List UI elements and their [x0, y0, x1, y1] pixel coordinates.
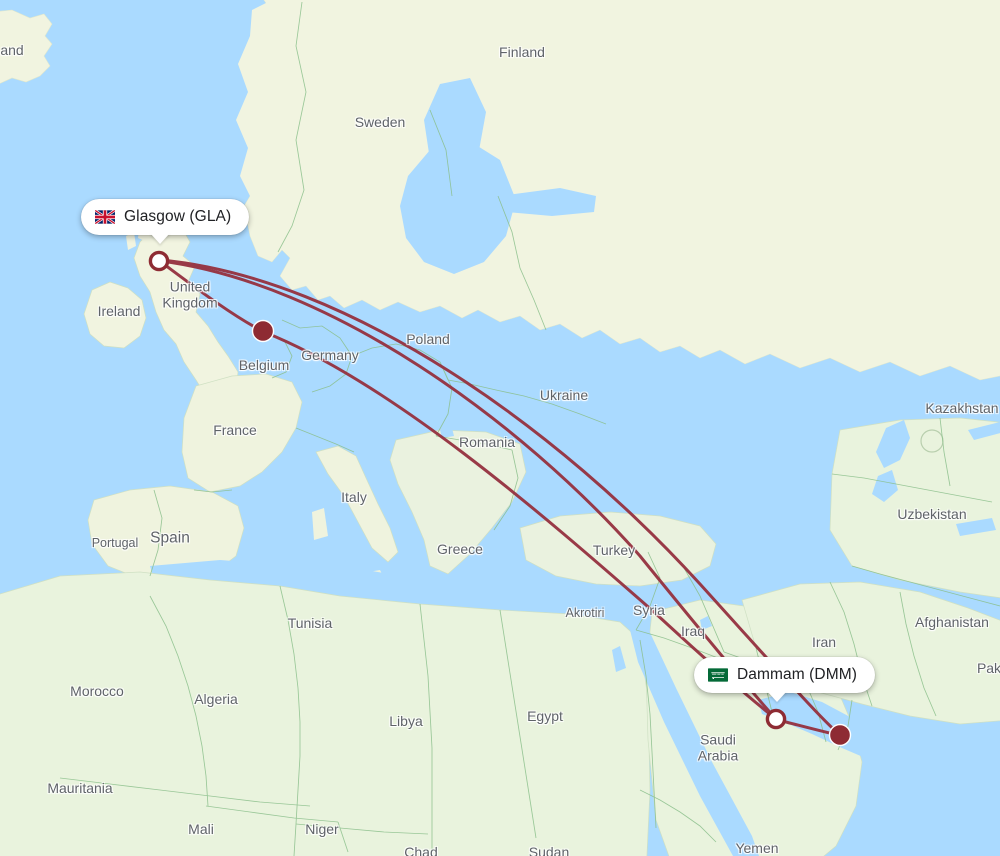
airport-label-gla: Glasgow (GLA): [124, 208, 232, 225]
saudi-flag: [708, 668, 728, 682]
airport-tooltip-gla[interactable]: Glasgow (GLA): [81, 199, 250, 235]
airport-label-dmm: Dammam (DMM): [737, 666, 858, 683]
flight-route-map[interactable]: and Finland Sweden Ireland United Kingdom Bel…: [0, 0, 1000, 856]
airport-marker-gla: [148, 250, 170, 272]
land-north-africa: [0, 571, 651, 856]
airport-marker-dmm: [765, 708, 787, 730]
map-canvas[interactable]: [0, 0, 1000, 856]
waypoint-marker-gulf: [828, 723, 852, 747]
uk-flag: [95, 210, 115, 224]
airport-tooltip-dmm[interactable]: Dammam (DMM): [694, 657, 876, 693]
waypoint-marker-amsterdam: [251, 319, 275, 343]
